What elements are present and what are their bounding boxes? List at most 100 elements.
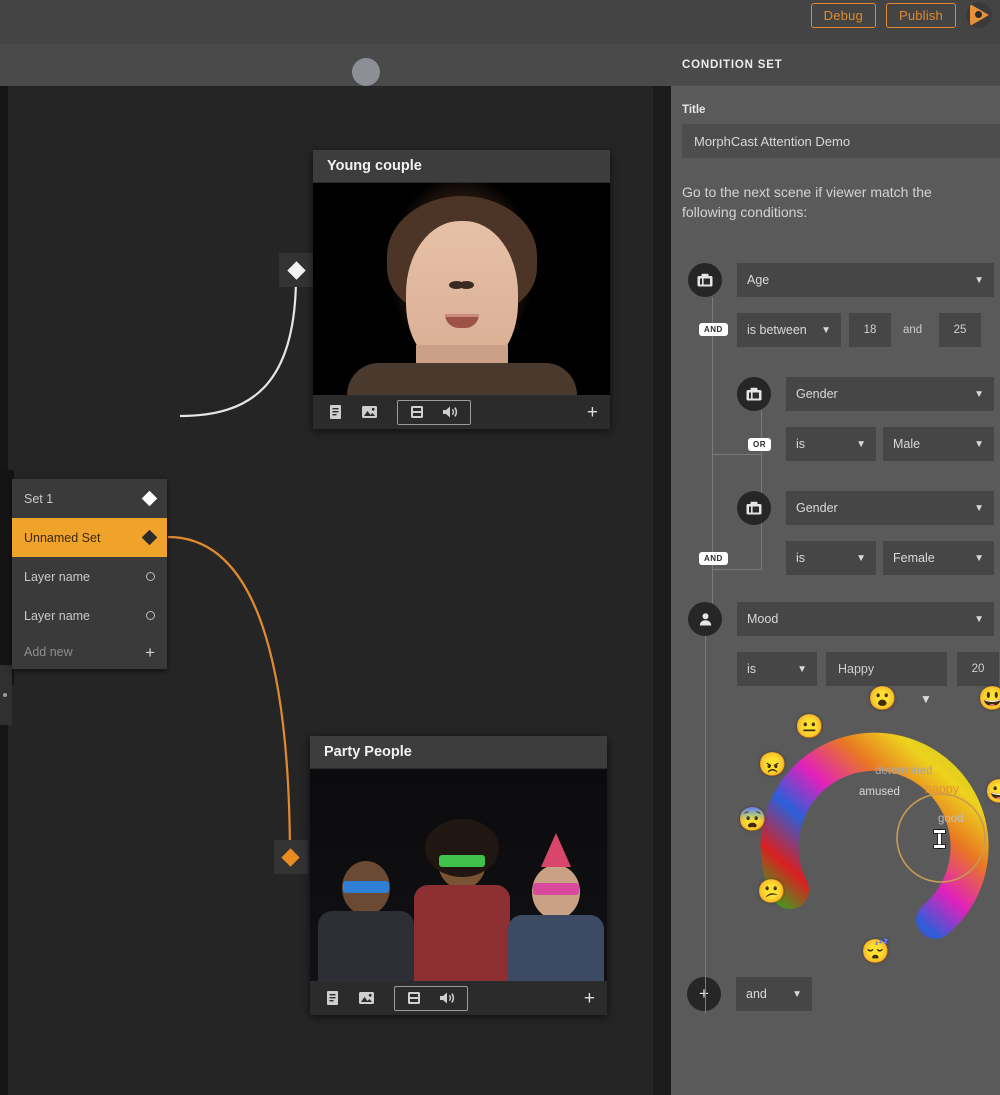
condition-attribute-mood[interactable]: Mood ▼ <box>737 602 994 636</box>
condition-attribute-gender-male[interactable]: Gender ▼ <box>786 377 994 411</box>
layer-row-set-1[interactable]: Set 1 <box>12 479 167 518</box>
volume-icon[interactable] <box>441 404 461 421</box>
debug-button[interactable]: Debug <box>810 2 876 28</box>
offscreen-panel-stub[interactable] <box>0 665 12 725</box>
mood-emoji[interactable]: 😕 <box>757 880 786 903</box>
mood-emoji[interactable]: 😀 <box>985 780 1000 803</box>
condition-icon-person-mood[interactable] <box>688 602 722 636</box>
operator-label: is <box>747 662 757 676</box>
condition-operator-age[interactable]: is between ▼ <box>737 313 841 347</box>
top-bar-actions: Debug Publish <box>810 2 992 28</box>
value-label: Male <box>893 437 921 451</box>
mood-emoji[interactable]: 😠 <box>758 753 787 776</box>
condition-value-max-age[interactable]: 25 <box>939 313 981 347</box>
chevron-down-icon: ▼ <box>797 663 807 675</box>
operator-label: is <box>796 551 806 565</box>
mood-label-good[interactable]: good <box>938 813 964 825</box>
circle-marker-icon[interactable] <box>146 572 155 581</box>
plus-icon[interactable]: + <box>145 644 155 661</box>
logic-chip-or[interactable]: OR <box>748 438 771 451</box>
media-card-young-couple[interactable]: Young couple + <box>313 150 610 429</box>
mood-emoji[interactable]: 😴 <box>861 940 890 963</box>
layer-label: Unnamed Set <box>24 530 101 545</box>
publish-button[interactable]: Publish <box>885 2 956 28</box>
layer-row-layer-1[interactable]: Layer name <box>12 557 167 596</box>
condition-icon-camera-age[interactable] <box>688 263 722 297</box>
media-controls-group[interactable] <box>397 399 471 425</box>
media-card-party-people[interactable]: Party People + <box>310 736 607 1015</box>
layer-row-add-new[interactable]: Add new + <box>12 635 167 669</box>
title-field-label: Title <box>682 104 706 116</box>
condition-attribute-age[interactable]: Age ▼ <box>737 263 994 297</box>
document-icon[interactable] <box>325 404 345 421</box>
condition-threshold-mood[interactable]: 20 <box>957 652 999 686</box>
chevron-down-icon: ▼ <box>974 274 984 286</box>
diamond-marker-icon[interactable] <box>141 490 158 507</box>
party-hair-center <box>425 819 499 877</box>
diamond-marker-icon[interactable] <box>141 529 158 546</box>
attribute-label: Age <box>747 273 770 287</box>
logic-chip-and-1[interactable]: AND <box>699 323 728 336</box>
card-title-young-couple: Young couple <box>313 150 610 183</box>
condition-operator-mood[interactable]: is ▼ <box>737 652 817 686</box>
party-hat-right <box>541 833 571 867</box>
tree-line-h2 <box>712 569 761 570</box>
canvas-drag-handle[interactable] <box>352 58 380 86</box>
add-new-label: Add new <box>24 645 73 659</box>
image-icon[interactable] <box>359 404 379 421</box>
mood-label-determined[interactable]: determined <box>875 765 933 777</box>
tree-line-v1 <box>712 297 713 455</box>
logic-chip-and-2[interactable]: AND <box>699 552 728 565</box>
card-add-button[interactable]: + <box>587 403 598 422</box>
condition-value-gender-male[interactable]: Male ▼ <box>883 427 994 461</box>
mood-emoji[interactable]: 😨 <box>738 808 767 831</box>
tree-line-h1 <box>712 454 761 455</box>
video-icon[interactable] <box>404 990 424 1007</box>
condition-icon-camera-gender-female[interactable] <box>737 491 771 525</box>
card-media-party-people[interactable] <box>310 769 607 981</box>
condition-value-mood[interactable]: Happy <box>826 652 947 686</box>
condition-icon-camera-gender-male[interactable] <box>737 377 771 411</box>
title-input[interactable] <box>682 124 1000 158</box>
video-icon[interactable] <box>407 404 427 421</box>
attribute-label: Gender <box>796 501 838 515</box>
circle-marker-icon[interactable] <box>146 611 155 620</box>
operator-label: is between <box>747 323 807 337</box>
footer-logic-select[interactable]: and ▼ <box>736 977 812 1011</box>
chevron-down-icon: ▼ <box>856 438 866 450</box>
party-glasses-left <box>343 881 389 893</box>
layer-row-layer-2[interactable]: Layer name <box>12 596 167 635</box>
condition-value-gender-female[interactable]: Female ▼ <box>883 541 994 575</box>
app-root: Debug Publish Young couple + Party Peopl… <box>0 0 1000 1095</box>
media-controls-group[interactable] <box>394 985 468 1011</box>
operator-label: is <box>796 437 806 451</box>
chevron-down-icon: ▼ <box>821 324 831 336</box>
card-toolbar-party-people: + <box>310 981 607 1015</box>
add-condition-button[interactable]: + <box>687 977 721 1011</box>
party-people-video-frame <box>310 769 607 981</box>
volume-icon[interactable] <box>438 990 458 1007</box>
condition-value-min-age[interactable]: 18 <box>849 313 891 347</box>
mood-emoji[interactable]: 😃 <box>978 687 1000 710</box>
layer-row-unnamed-set[interactable]: Unnamed Set <box>12 518 167 557</box>
mood-label-happy[interactable]: happy <box>925 782 959 796</box>
camera-icon <box>746 501 762 515</box>
document-icon[interactable] <box>322 990 342 1007</box>
mood-emoji[interactable]: 😐 <box>795 715 824 738</box>
card-add-button[interactable]: + <box>584 989 595 1008</box>
morphcast-logo-icon[interactable] <box>966 2 992 28</box>
layer-set-panel[interactable]: Set 1 Unnamed Set Layer name Layer name … <box>12 479 167 669</box>
mood-label-amused[interactable]: amused <box>859 786 900 798</box>
image-icon[interactable] <box>356 990 376 1007</box>
card-title-party-people: Party People <box>310 736 607 769</box>
person-icon <box>699 612 711 625</box>
tree-line-v3 <box>712 454 713 614</box>
condition-operator-gender-female[interactable]: is ▼ <box>786 541 876 575</box>
logo-pupil-icon <box>975 11 982 18</box>
condition-operator-gender-male[interactable]: is ▼ <box>786 427 876 461</box>
mood-emoji[interactable]: 😮 <box>868 687 897 710</box>
card-media-young-couple[interactable] <box>313 183 610 395</box>
tree-line-v2 <box>761 410 762 570</box>
condition-attribute-gender-female[interactable]: Gender ▼ <box>786 491 994 525</box>
mood-wheel[interactable]: ▼ 😮 😐 😠 😨 😕 😴 😀 😃 determined amused happ… <box>735 687 1000 990</box>
